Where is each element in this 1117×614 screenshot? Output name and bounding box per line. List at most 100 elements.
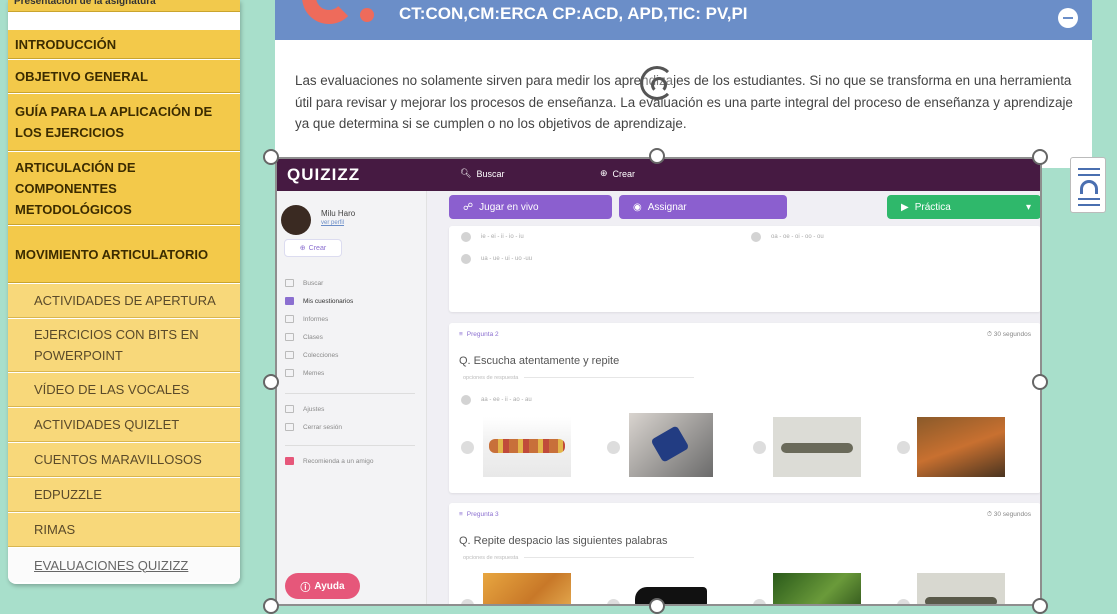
sidebar-item-label: RIMAS <box>34 522 76 537</box>
line-icon <box>1078 204 1100 206</box>
course-sidebar: Presentación de la asignatura INTRODUCCI… <box>8 0 240 584</box>
question-number-label: Pregunta 3 <box>466 511 499 518</box>
question-time: ⏱ 30 segundos <box>986 511 1031 518</box>
list-icon: ≡ <box>459 331 463 338</box>
sidebar-item-bits[interactable]: EJERCICIOS CON BITS EN POWERPOINT <box>8 319 240 372</box>
quizizz-search-button[interactable]: 🔍︎ Buscar <box>460 168 504 179</box>
sidebar-item-label: OBJETIVO GENERAL <box>15 68 148 84</box>
sidebar-item-quizlet[interactable]: ACTIVIDADES QUIZLET <box>8 408 240 442</box>
nav-mis-cuestionarios[interactable]: Mis cuestionarios <box>285 297 353 305</box>
card-body-text: Las evaluaciones no solamente sirven par… <box>295 73 1073 131</box>
option-dot-icon <box>461 254 471 264</box>
resize-handle-top-center[interactable] <box>649 148 665 164</box>
assign-icon: ◉ <box>633 201 642 213</box>
resize-handle-middle-left[interactable] <box>263 374 279 390</box>
gear-icon <box>285 405 294 413</box>
question-text: Q. Repite despacio las siguientes palabr… <box>459 535 668 547</box>
collapse-icon[interactable] <box>1058 8 1078 28</box>
play-live-button[interactable]: ☍ Jugar en vivo <box>449 195 612 219</box>
quizizz-main: ☍ Jugar en vivo ◉ Assignar ▶ Práctica ▾ … <box>427 191 1040 604</box>
help-icon: ⓘ <box>300 582 311 594</box>
nav-ajustes[interactable]: Ajustes <box>285 405 324 413</box>
option-image-piano <box>627 573 715 604</box>
chevron-down-icon[interactable]: ▾ <box>1026 202 1031 213</box>
sidebar-item-rimas[interactable]: RIMAS <box>8 513 240 547</box>
nav-label: Cerrar sesión <box>303 423 343 431</box>
nav-label: Buscar <box>303 279 324 287</box>
nav-memes[interactable]: Memes <box>285 369 324 377</box>
resize-handle-bottom-left[interactable] <box>263 598 279 614</box>
resize-handle-bottom-right[interactable] <box>1032 598 1048 614</box>
class-icon <box>285 333 294 341</box>
nav-recomienda[interactable]: Recomienda a un amigo <box>285 457 373 465</box>
sidebar-item-movimiento[interactable]: MOVIMIENTO ARTICULATORIO <box>8 226 240 283</box>
layout-options-icon[interactable] <box>1070 157 1106 213</box>
crocodile-figure <box>925 597 997 604</box>
help-button[interactable]: ⓘ Ayuda <box>285 573 360 599</box>
question-number-label: Pregunta 2 <box>466 331 499 338</box>
option-dot-icon <box>897 599 910 604</box>
question-time-label: 30 segundos <box>993 331 1031 338</box>
question-panel-2: ≡ Pregunta 2 ⏱ 30 segundos Q. Escucha ate… <box>449 323 1040 493</box>
nav-buscar[interactable]: Buscar <box>285 279 323 287</box>
sidebar-item-label: GUÍA PARA LA APLICACIÓN DE LOS EJERCICIO… <box>15 104 213 140</box>
sidebar-item-quizizz[interactable]: EVALUACIONES QUIZIZZ <box>8 548 240 582</box>
option-image-stairs <box>629 413 713 477</box>
answer-option: aa - ee - ii - ao - au <box>461 395 532 405</box>
option-image-crocodile <box>917 573 1005 604</box>
divider <box>285 393 415 394</box>
image-icon <box>285 369 294 377</box>
answer-option: ua - ue - ui - uo -uu <box>461 254 532 264</box>
resize-handle-middle-right[interactable] <box>1032 374 1048 390</box>
resize-handle-top-right[interactable] <box>1032 149 1048 165</box>
sidebar-item-guia[interactable]: GUÍA PARA LA APLICACIÓN DE LOS EJERCICIO… <box>8 94 240 151</box>
option-image-crocodile <box>773 417 861 477</box>
sidebar-item-video-vocales[interactable]: VÍDEO DE LAS VOCALES <box>8 373 240 407</box>
create-label: Crear <box>612 168 636 179</box>
resize-handle-top-left[interactable] <box>263 149 279 165</box>
question-panel-1: ie - ei - ii - io - iu oa - oe - oi - oo… <box>449 226 1040 312</box>
divider <box>285 445 415 446</box>
sidebar-item-apertura[interactable]: ACTIVIDADES DE APERTURA <box>8 284 240 318</box>
help-label: Ayuda <box>314 580 345 592</box>
assign-button[interactable]: ◉ Assignar <box>619 195 787 219</box>
sidebar-item-introduccion[interactable]: INTRODUCCIÓN <box>8 30 240 59</box>
question-time-label: 30 segundos <box>993 511 1031 518</box>
sidebar-item-presentation[interactable]: Presentación de la asignatura <box>8 0 240 12</box>
birds-illustration <box>489 439 565 453</box>
sidebar-item-edpuzzle[interactable]: EDPUZZLE <box>8 478 240 512</box>
quiz-icon <box>285 297 294 305</box>
practice-label-group: ▶ Práctica <box>901 202 951 213</box>
view-profile-link[interactable]: ver perfil <box>321 220 344 226</box>
option-dot-icon <box>751 232 761 242</box>
sidebar-item-objetivo-general[interactable]: OBJETIVO GENERAL <box>8 60 240 93</box>
option-dot-icon <box>461 441 474 454</box>
rotate-handle-icon[interactable] <box>640 66 674 100</box>
quizizz-create-button[interactable]: ⊕ Crear <box>600 168 635 179</box>
avatar[interactable] <box>281 205 311 235</box>
list-icon: ≡ <box>459 511 463 518</box>
content-card: CT:CON,CM:ERCA CP:ACD, APD,TIC: PV,PI La… <box>275 0 1092 168</box>
nav-cerrar-sesion[interactable]: Cerrar sesión <box>285 423 342 431</box>
sidebar-item-label: EJERCICIOS CON BITS EN POWERPOINT <box>34 327 199 363</box>
line-icon <box>1078 198 1100 200</box>
nav-label: Recomienda a un amigo <box>303 457 374 465</box>
logout-icon <box>285 423 294 431</box>
option-image-birds <box>483 417 571 477</box>
option-image-jungle <box>773 573 861 604</box>
nav-label: Colecciones <box>303 351 339 359</box>
practice-button[interactable]: ▶ Práctica ▾ <box>887 195 1040 219</box>
sidebar-item-articulacion[interactable]: ARTICULACIÓN DE COMPONENTES METODOLÓGICO… <box>8 152 240 225</box>
answer-options-heading: opciones de respuesta <box>463 555 694 561</box>
sidebar-create-button[interactable]: ⊕ Crear <box>284 239 342 257</box>
quizizz-embed[interactable]: QUIZIZZ 🔍︎ Buscar ⊕ Crear Milu Haro ver … <box>275 157 1042 606</box>
brand-logo-dot-icon <box>360 8 374 22</box>
nav-colecciones[interactable]: Colecciones <box>285 351 338 359</box>
sidebar-item-cuentos[interactable]: CUENTOS MARAVILLOSOS <box>8 443 240 477</box>
sidebar-item-label: VÍDEO DE LAS VOCALES <box>34 382 190 397</box>
nav-clases[interactable]: Clases <box>285 333 323 341</box>
search-icon <box>285 279 294 287</box>
option-dot-icon <box>461 395 471 405</box>
nav-informes[interactable]: Informes <box>285 315 328 323</box>
resize-handle-bottom-center[interactable] <box>649 598 665 614</box>
